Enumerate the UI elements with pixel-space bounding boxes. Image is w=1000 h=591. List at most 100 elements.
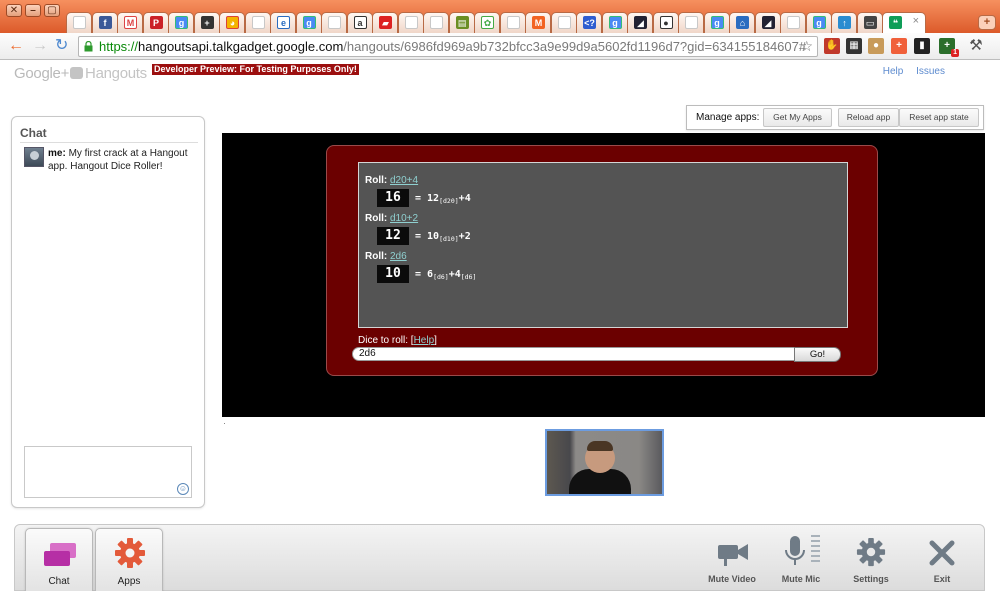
- smiley-icon[interactable]: ☺: [177, 483, 189, 495]
- browser-tab[interactable]: g: [703, 12, 730, 33]
- url-path: /hangouts/6986fd969a9b732bfcc3a9e99d9a56…: [343, 39, 807, 54]
- dice-input[interactable]: 2d6: [352, 347, 796, 361]
- roll-line: Roll: d10+2: [365, 213, 418, 224]
- developer-preview-banner: Developer Preview: For Testing Purposes …: [152, 64, 359, 75]
- evernote-icon[interactable]: +1: [939, 38, 959, 57]
- battery-icon[interactable]: ▮: [914, 38, 930, 54]
- roll-line: Roll: d20+4: [365, 175, 418, 186]
- browser-tab[interactable]: P: [142, 12, 169, 33]
- browser-tab[interactable]: M: [117, 12, 143, 33]
- browser-tab[interactable]: ↑: [831, 12, 857, 33]
- mute-mic-button[interactable]: Mute Mic: [771, 531, 831, 587]
- issues-link[interactable]: Issues: [916, 66, 945, 77]
- browser-tab[interactable]: ▤: [448, 12, 475, 33]
- address-bar[interactable]: https://hangoutsapi.talkgadget.google.co…: [78, 36, 818, 57]
- browser-tab[interactable]: ◢: [754, 12, 781, 33]
- get-my-apps-button[interactable]: Get My Apps: [763, 108, 832, 127]
- page-icon: [787, 16, 800, 29]
- browser-tab[interactable]: ✿: [474, 12, 500, 33]
- browser-tab[interactable]: [321, 12, 347, 33]
- reset-app-state-button[interactable]: Reset app state: [899, 108, 979, 127]
- glove-icon[interactable]: ✋: [824, 38, 840, 54]
- hangouts-page: Google+ Hangouts Developer Preview: For T…: [0, 61, 1000, 591]
- browser-tab[interactable]: +: [193, 12, 220, 33]
- browser-tab[interactable]: g: [168, 12, 194, 33]
- browser-tab[interactable]: ◕: [219, 12, 245, 33]
- roll-spec-link[interactable]: d10+2: [390, 213, 418, 224]
- browser-tab[interactable]: ●: [652, 12, 679, 33]
- settings-label: Settings: [853, 574, 889, 584]
- mute-video-button[interactable]: Mute Video: [702, 531, 762, 587]
- browser-tab[interactable]: g: [295, 12, 322, 33]
- google-icon: g: [812, 16, 826, 29]
- cookie-icon[interactable]: ●: [868, 38, 884, 54]
- browser-tab[interactable]: ▰: [372, 12, 398, 33]
- browser-tab[interactable]: a: [346, 12, 373, 33]
- browser-tab[interactable]: [423, 12, 449, 33]
- settings-button[interactable]: Settings: [841, 531, 901, 587]
- plus-icon[interactable]: +: [891, 38, 907, 54]
- roll-label: Roll:: [365, 175, 388, 186]
- new-tab-button[interactable]: +: [978, 15, 996, 30]
- browser-tab[interactable]: ▭: [856, 12, 883, 33]
- browser-tab[interactable]: [499, 12, 526, 33]
- participant-video-thumbnail[interactable]: [545, 429, 664, 496]
- apps-tab[interactable]: Apps: [95, 528, 163, 591]
- window-maximize-button[interactable]: ▢: [44, 4, 60, 17]
- browser-tab[interactable]: M: [525, 12, 551, 33]
- browser-tab[interactable]: ◢: [627, 12, 653, 33]
- browser-tab[interactable]: ⌂: [729, 12, 755, 33]
- reload-app-button[interactable]: Reload app: [838, 108, 899, 127]
- browser-tab[interactable]: [550, 12, 577, 33]
- roll-spec-link[interactable]: d20+4: [390, 175, 418, 186]
- forward-arrow-icon[interactable]: →: [32, 37, 48, 55]
- browser-tab[interactable]: [244, 12, 271, 33]
- help-link[interactable]: Help: [883, 66, 904, 77]
- browser-tab[interactable]: g: [601, 12, 628, 33]
- roll-expression: = 10[d10]+2: [415, 231, 471, 243]
- dice-help-link[interactable]: Help: [414, 335, 435, 346]
- chat-panel: Chat me: My first crack at a Hangout app…: [11, 116, 205, 508]
- chat-tab-label: Chat: [48, 576, 70, 587]
- logo-hangouts-text: Hangouts: [85, 65, 147, 82]
- google-icon: g: [608, 16, 622, 29]
- browser-tab[interactable]: e: [270, 12, 296, 33]
- reload-icon[interactable]: ↻: [55, 37, 68, 55]
- bookmark-star-icon[interactable]: ☆: [800, 37, 813, 56]
- chat-message-text: My first crack at a Hangout app. Hangout…: [48, 148, 188, 172]
- exit-button[interactable]: Exit: [912, 531, 972, 587]
- chat-input[interactable]: ☺: [24, 446, 192, 498]
- close-tab-icon[interactable]: ×: [913, 15, 919, 27]
- url-scheme: https://: [99, 39, 139, 54]
- video-camera-icon: [718, 544, 748, 566]
- hangouts-icon: ❝: [889, 16, 902, 29]
- picasa-icon: ◕: [226, 16, 239, 29]
- amazon-icon: a: [353, 16, 367, 29]
- browser-tab[interactable]: f: [91, 12, 118, 33]
- chat-message: me: My first crack at a Hangout app. Han…: [48, 147, 198, 173]
- chat-tab[interactable]: Chat: [25, 528, 93, 591]
- url-host: hangoutsapi.talkgadget.google.com: [138, 39, 344, 54]
- back-arrow-icon[interactable]: ←: [8, 37, 24, 55]
- wrench-icon[interactable]: ⚒: [968, 38, 984, 54]
- qr-icon[interactable]: ▦: [846, 38, 862, 54]
- roll-result: 10: [377, 265, 409, 283]
- manage-apps-bar: Manage apps: Get My Apps Reload app Rese…: [686, 105, 984, 130]
- app-stage: Roll: d20+4 16 = 12[d20]+4 Roll: d10+2 1…: [222, 133, 985, 417]
- browser-tab[interactable]: g: [805, 12, 832, 33]
- window-close-button[interactable]: ✕: [6, 4, 22, 17]
- browser-tab-active[interactable]: ❝ ×: [882, 12, 926, 33]
- window-minimize-button[interactable]: –: [25, 4, 41, 17]
- chat-divider: [20, 142, 198, 143]
- roll-label: Roll:: [365, 251, 388, 262]
- stage-marker: [224, 423, 225, 424]
- browser-tab[interactable]: [397, 12, 424, 33]
- browser-tab[interactable]: [66, 12, 92, 33]
- roll-spec-link[interactable]: 2d6: [390, 251, 407, 262]
- browser-tab[interactable]: <?: [576, 12, 602, 33]
- browser-tab[interactable]: [780, 12, 806, 33]
- browser-tab[interactable]: [678, 12, 704, 33]
- go-button[interactable]: Go!: [794, 347, 841, 362]
- gear-icon: [115, 538, 145, 568]
- house-icon: ⌂: [736, 16, 749, 29]
